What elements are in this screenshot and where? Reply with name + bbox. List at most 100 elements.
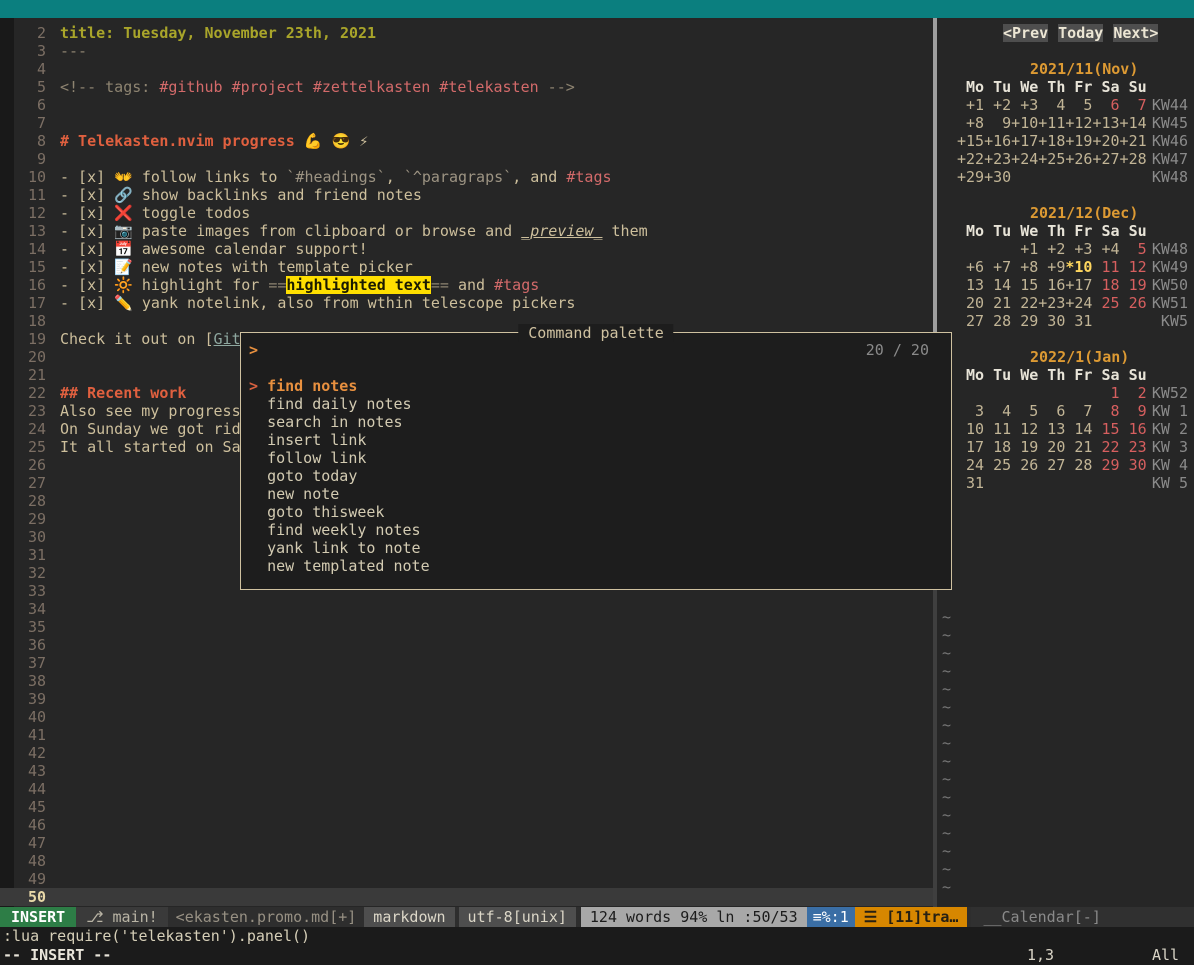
line-number: 24 [0,420,46,438]
calendar-week-row[interactable]: +8 9+10+11+12+13+14KW45 [937,114,1194,132]
editor-line[interactable]: 9 [0,150,933,168]
text-segment: 🔆 [114,276,133,294]
editor-line[interactable]: 5<!-- tags: #github #project #zettelkast… [0,78,933,96]
text-segment: 5 [1120,240,1147,258]
editor-line[interactable]: 47 [0,834,933,852]
calendar-days: 17 18 19 20 21 22 23 [957,438,1147,456]
palette-item[interactable]: follow link [241,449,951,467]
line-content: - [x] 🔆 highlight for ==highlighted text… [60,276,539,294]
editor-line[interactable]: 13- [x] 📷 paste images from clipboard or… [0,222,933,240]
calendar-days: 27 28 29 30 31 [957,312,1092,330]
text-segment: awesome calendar support! [133,240,368,258]
palette-item[interactable]: find weekly notes [241,521,951,539]
calendar-week-row[interactable]: 1 2KW52 [937,384,1194,402]
editor-line[interactable]: 17- [x] ✏️ yank notelink, also from wthi… [0,294,933,312]
line-number: 13 [0,222,46,240]
palette-item-prefix [249,395,267,413]
editor-line[interactable]: 4 [0,60,933,78]
editor-line[interactable]: 35 [0,618,933,636]
line-number: 40 [0,708,46,726]
editor-line[interactable]: 37 [0,654,933,672]
palette-item[interactable]: new note [241,485,951,503]
line-number: 4 [0,60,46,78]
text-segment: 💪 😎 ⚡ [304,132,368,150]
tilde-marker: ~ [937,860,1194,878]
calendar-next-button[interactable]: Next> [1113,24,1158,42]
calendar-week-row[interactable]: 31KW 5 [937,474,1194,492]
editor-line[interactable]: 38 [0,672,933,690]
calendar-week-row[interactable]: +29+30KW48 [937,168,1194,186]
editor-line[interactable]: 10- [x] 👐 follow links to `#headings`, `… [0,168,933,186]
text-segment: 1 2 [1092,384,1146,402]
editor-line[interactable]: 49 [0,870,933,888]
editor-line[interactable]: 45 [0,798,933,816]
calendar-week-row[interactable]: 3 4 5 6 7 8 9KW 1 [937,402,1194,420]
editor-line[interactable]: 3--- [0,42,933,60]
line-number: 49 [0,870,46,888]
calendar-week-row[interactable]: 17 18 19 20 21 22 23KW 3 [937,438,1194,456]
editor-line[interactable]: 18 [0,312,933,330]
editor-line[interactable]: 8# Telekasten.nvim progress 💪 😎 ⚡ [0,132,933,150]
editor-line[interactable]: 42 [0,744,933,762]
editor-line[interactable]: 34 [0,600,933,618]
editor-line[interactable]: 7 [0,114,933,132]
editor-line[interactable]: 43 [0,762,933,780]
calendar-week-row[interactable]: 20 21 22+23+24 25 26KW51 [937,294,1194,312]
editor-line[interactable]: 39 [0,690,933,708]
line-number: 43 [0,762,46,780]
line-content: <!-- tags: #github #project #zettelkaste… [60,78,575,96]
editor-line[interactable]: 40 [0,708,933,726]
palette-item-prefix [249,449,267,467]
editor-line[interactable]: 50 [0,888,933,906]
editor-line[interactable]: 14- [x] 📅 awesome calendar support! [0,240,933,258]
calendar-week-row[interactable]: 24 25 26 27 28 29 30KW 4 [937,456,1194,474]
editor-line[interactable]: 2title: Tuesday, November 23th, 2021 [0,24,933,42]
palette-item[interactable]: search in notes [241,413,951,431]
palette-item[interactable]: new templated note [241,557,951,575]
text-segment: 17 18 19 20 21 [957,438,1092,456]
calendar-week-row[interactable]: +22+23+24+25+26+27+28KW47 [937,150,1194,168]
palette-item[interactable]: goto thisweek [241,503,951,521]
text-segment: +15+16+17+18+19+20+21 [957,132,1147,150]
calendar-week-row[interactable]: +6 +7 +8 +9*10 11 12KW49 [937,258,1194,276]
text-segment: 24 25 26 27 28 [957,456,1092,474]
calendar-week-row[interactable]: 13 14 15 16+17 18 19KW50 [937,276,1194,294]
statusline: INSERT ⎇ main! <ekasten.promo.md[+] mark… [0,907,1194,927]
editor-line[interactable]: 41 [0,726,933,744]
palette-item[interactable]: find daily notes [241,395,951,413]
palette-item[interactable]: goto today [241,467,951,485]
editor-line[interactable]: 6 [0,96,933,114]
calendar-week-row[interactable]: 27 28 29 30 31KW5 [937,312,1194,330]
editor-line[interactable]: 46 [0,816,933,834]
text-segment: toggle todos [133,204,250,222]
text-segment: highlight for [133,276,268,294]
palette-item[interactable]: insert link [241,431,951,449]
line-number: 21 [0,366,46,384]
text-segment: 📷 [114,222,133,240]
calendar-prev-button[interactable]: <Prev [1003,24,1048,42]
git-branch-segment: ⎇ main! [76,907,167,927]
editor-line[interactable]: 16- [x] 🔆 highlight for ==highlighted te… [0,276,933,294]
text-segment: --> [539,78,575,96]
editor-line[interactable]: 48 [0,852,933,870]
editor-line[interactable]: 11- [x] 🔗 show backlinks and friend note… [0,186,933,204]
editor-line[interactable]: 44 [0,780,933,798]
prompt-caret: > [249,341,258,359]
editor-line[interactable]: 12- [x] ❌ toggle todos [0,204,933,222]
calendar-week-row[interactable]: +15+16+17+18+19+20+21KW46 [937,132,1194,150]
command-line[interactable]: :lua require('telekasten').panel() [0,927,1194,946]
palette-item[interactable]: > find notes [241,377,951,395]
palette-item[interactable]: yank link to note [241,539,951,557]
calendar-week-row[interactable]: +1 +2 +3 +4 5KW48 [937,240,1194,258]
editor-line[interactable]: 15- [x] 📝 new notes with template picker [0,258,933,276]
calendar-week-row[interactable]: 10 11 12 13 14 15 16KW 2 [937,420,1194,438]
text-segment: - [x] [60,294,114,312]
text-segment: 25 26 [1092,294,1146,312]
calendar-week-row[interactable]: +1 +2 +3 4 5 6 7KW44 [937,96,1194,114]
line-number: 29 [0,510,46,528]
calendar-today-button[interactable]: Today [1058,24,1103,42]
calendar-sidebar: <Prev Today Next> 2021/11(Nov) Mo Tu We … [937,18,1194,907]
palette-item-prefix [249,557,267,575]
text-segment: +1 +2 +3 +4 [957,240,1120,258]
editor-line[interactable]: 36 [0,636,933,654]
